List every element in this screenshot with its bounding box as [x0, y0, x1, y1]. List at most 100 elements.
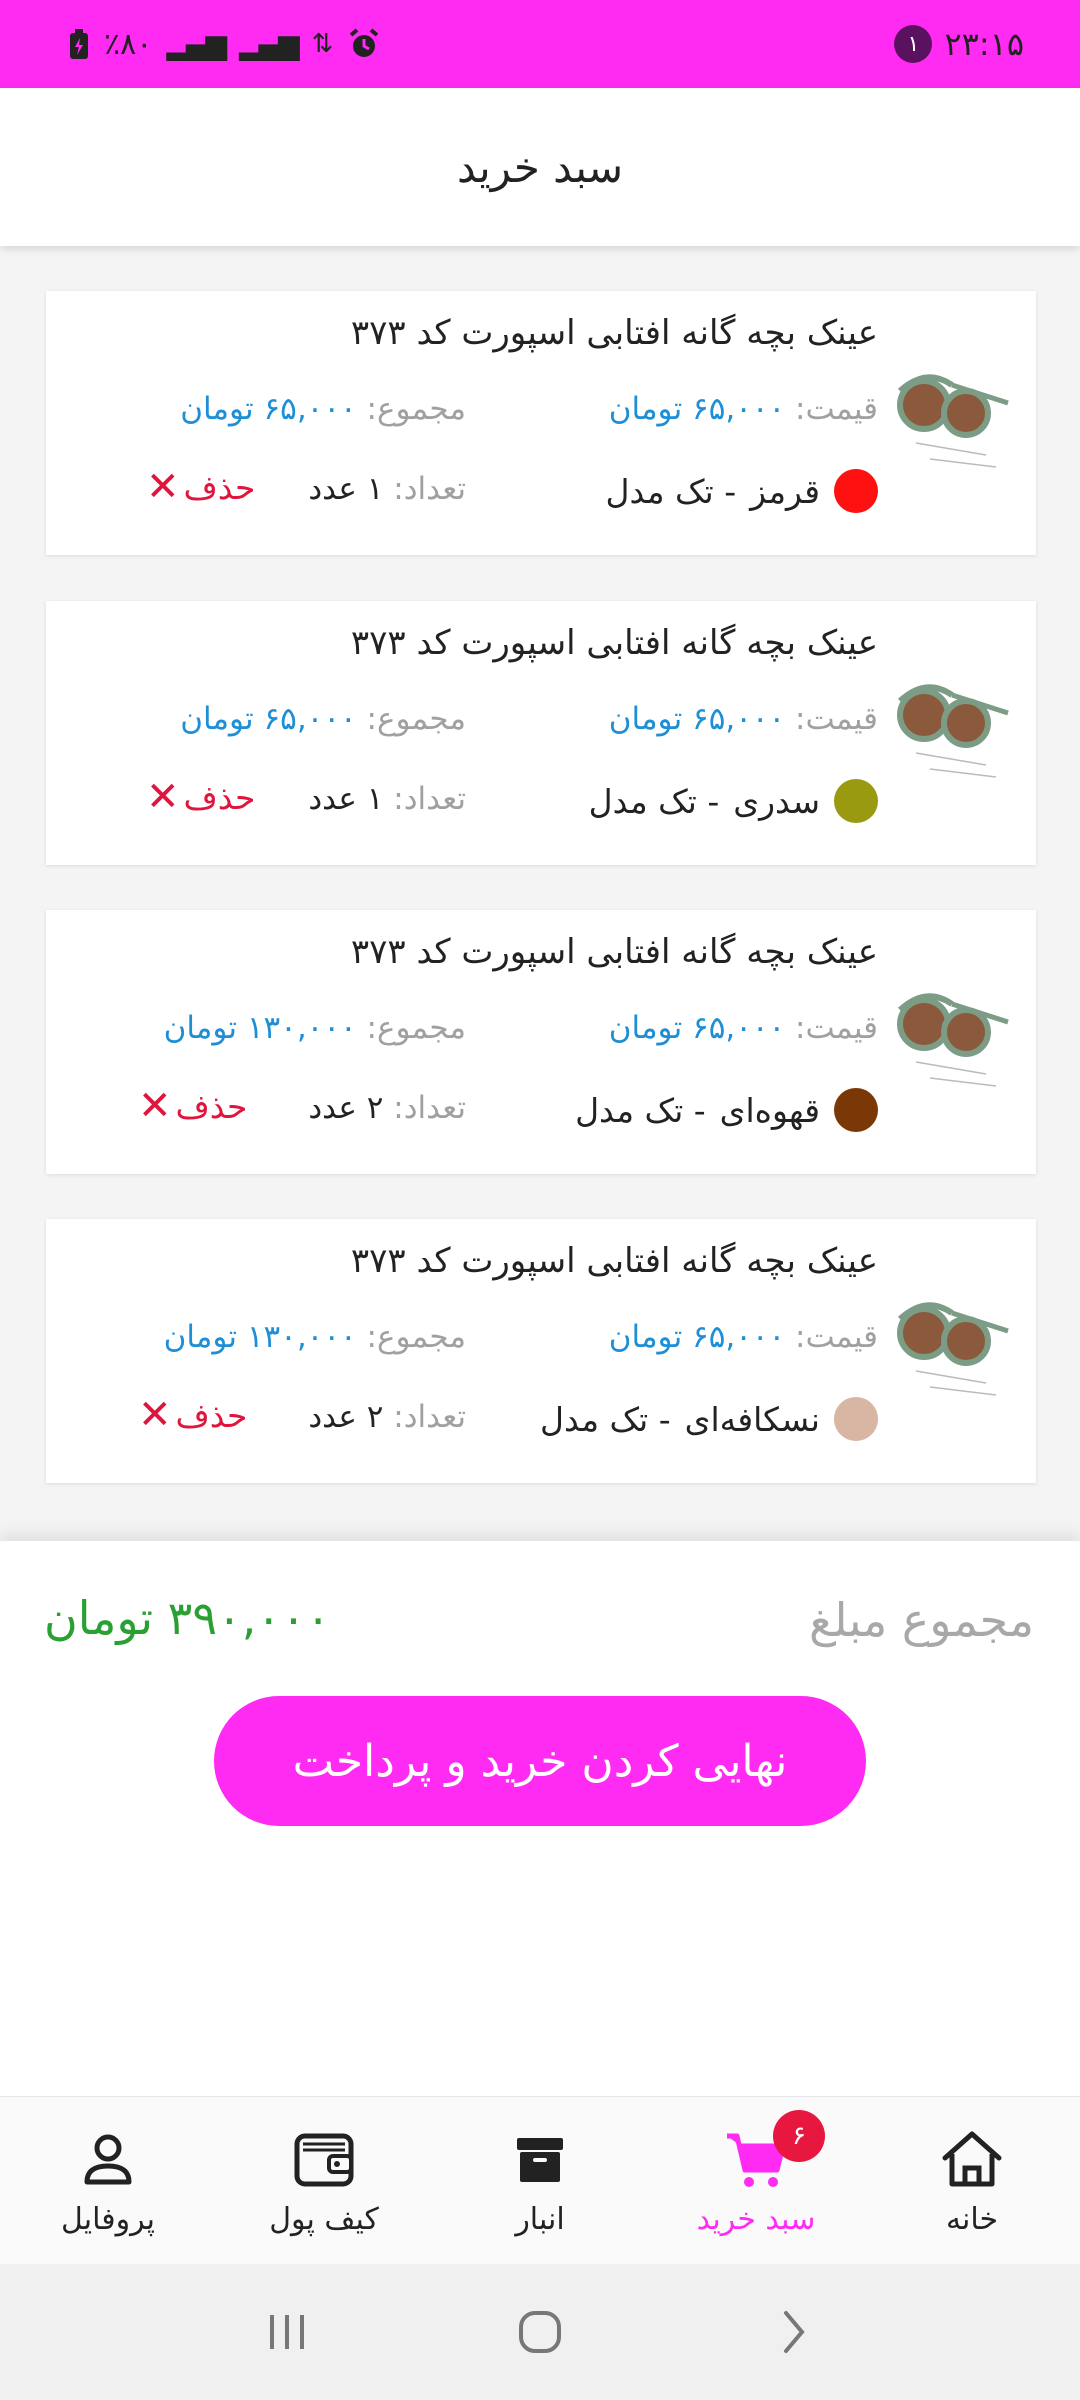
color-name: سدری — [733, 781, 820, 821]
quantity-line: تعداد: ۱ عدد — [308, 781, 466, 817]
home-icon — [942, 2131, 1002, 2187]
home-button[interactable] — [500, 2292, 580, 2372]
close-icon: ✕ — [146, 464, 180, 510]
delete-button[interactable]: حذف ✕ — [146, 467, 255, 507]
color-swatch — [834, 1397, 878, 1441]
price-label: قیمت: — [795, 1319, 878, 1355]
alarm-icon — [350, 28, 379, 57]
sum-label: مجموع: — [366, 391, 467, 427]
price-value: ۶۵,۰۰۰ تومان — [608, 1010, 786, 1046]
product-title: عینک بچه گانه افتابی اسپورت کد ۳۷۳ — [350, 313, 878, 353]
nav-label: کیف پول — [269, 2202, 379, 2237]
model-label: - تک مدل — [605, 471, 737, 511]
status-time: ۲۳:۱۵ — [944, 25, 1024, 63]
data-transfer-icon: ⇅ — [311, 29, 334, 59]
color-swatch — [834, 469, 878, 513]
color-name: قرمز — [750, 471, 820, 511]
color-name: قهوه‌ای — [719, 1090, 820, 1130]
status-icons: ٪۸۰ ▂▄▆ ▂▄▆ ⇅ — [68, 27, 381, 62]
archive-icon — [517, 2138, 563, 2182]
delete-button[interactable]: حذف ✕ — [138, 1086, 247, 1126]
cart-summary: مجموع مبلغ ۳۹۰,۰۰۰ تومان نهایی کردن خرید… — [0, 1541, 1080, 2096]
color-row: قرمز - تک مدل — [606, 469, 878, 513]
status-bar: ٪۸۰ ▂▄▆ ▂▄▆ ⇅ ۱ ۲۳:۱۵ — [0, 0, 1080, 88]
cart-count-badge: ۶ — [773, 2110, 825, 2162]
quantity-line: تعداد: ۲ عدد — [308, 1399, 466, 1435]
product-title: عینک بچه گانه افتابی اسپورت کد ۳۷۳ — [350, 623, 878, 663]
recents-icon — [269, 2315, 304, 2349]
quantity-value: ۲ عدد — [308, 1090, 384, 1126]
delete-label: حذف — [175, 1086, 248, 1126]
nav-item-cart[interactable]: ۶ سبد خرید — [648, 2097, 864, 2264]
sum-label: مجموع: — [366, 1010, 467, 1046]
delete-label: حذف — [183, 467, 256, 507]
battery-percent: ٪۸۰ — [104, 26, 153, 62]
nav-item-home[interactable]: خانه — [864, 2097, 1080, 2264]
color-row: سدری - تک مدل — [589, 779, 878, 823]
summary-total: ۳۹۰,۰۰۰ تومان — [44, 1591, 331, 1645]
delete-button[interactable]: حذف ✕ — [146, 777, 255, 817]
person-icon — [84, 2134, 132, 2185]
cart-item[interactable]: عینک بچه گانه افتابی اسپورت کد ۳۷۳ قیمت:… — [46, 601, 1036, 865]
nav-label: انبار — [515, 2202, 565, 2237]
cart-item[interactable]: عینک بچه گانه افتابی اسپورت کد ۳۷۳ قیمت:… — [46, 910, 1036, 1174]
price-label: قیمت: — [795, 1010, 878, 1046]
sum-line: مجموع: ۱۳۰,۰۰۰ تومان — [164, 1319, 466, 1355]
price-label: قیمت: — [795, 701, 878, 737]
delete-button[interactable]: حذف ✕ — [138, 1395, 247, 1435]
color-row: قهوه‌ای - تک مدل — [575, 1088, 878, 1132]
quantity-label: تعداد: — [393, 1090, 466, 1126]
checkout-button[interactable]: نهایی کردن خرید و پرداخت — [214, 1696, 866, 1826]
sum-value: ۱۳۰,۰۰۰ تومان — [163, 1010, 357, 1046]
price-line: قیمت: ۶۵,۰۰۰ تومان — [609, 701, 878, 737]
nav-item-profile[interactable]: پروفایل — [0, 2097, 216, 2264]
price-value: ۶۵,۰۰۰ تومان — [608, 391, 786, 427]
product-thumbnail — [897, 374, 1009, 468]
cart-item[interactable]: عینک بچه گانه افتابی اسپورت کد ۳۷۳ قیمت:… — [46, 291, 1036, 555]
price-line: قیمت: ۶۵,۰۰۰ تومان — [609, 1319, 878, 1355]
home-circle-icon — [518, 2311, 561, 2353]
sum-line: مجموع: ۶۵,۰۰۰ تومان — [180, 391, 466, 427]
product-thumbnail — [897, 684, 1009, 778]
product-thumbnail — [897, 993, 1009, 1087]
back-button[interactable] — [753, 2292, 833, 2372]
chevron-right-icon — [784, 2311, 805, 2353]
summary-label: مجموع مبلغ — [809, 1593, 1034, 1647]
recents-button[interactable] — [247, 2292, 327, 2372]
bottom-nav: خانه ۶ سبد خرید انبار کیف پول پروفایل — [0, 2096, 1080, 2264]
cart-item[interactable]: عینک بچه گانه افتابی اسپورت کد ۳۷۳ قیمت:… — [46, 1219, 1036, 1483]
sum-label: مجموع: — [366, 701, 467, 737]
quantity-line: تعداد: ۲ عدد — [308, 1090, 466, 1126]
product-title: عینک بچه گانه افتابی اسپورت کد ۳۷۳ — [350, 1241, 878, 1281]
signal-icon-2: ▂▄▆ — [238, 27, 300, 61]
price-value: ۶۵,۰۰۰ تومان — [608, 1319, 786, 1355]
quantity-label: تعداد: — [393, 471, 466, 507]
cart-list[interactable]: عینک بچه گانه افتابی اسپورت کد ۳۷۳ قیمت:… — [0, 246, 1080, 1541]
color-swatch — [834, 779, 878, 823]
model-label: - تک مدل — [540, 1399, 671, 1439]
quantity-value: ۱ عدد — [308, 781, 384, 817]
close-icon: ✕ — [146, 774, 180, 820]
sum-line: مجموع: ۶۵,۰۰۰ تومان — [180, 701, 466, 737]
sum-value: ۱۳۰,۰۰۰ تومان — [163, 1319, 357, 1355]
nav-label: سبد خرید — [696, 2202, 816, 2237]
sum-value: ۶۵,۰۰۰ تومان — [180, 391, 357, 427]
quantity-value: ۱ عدد — [308, 471, 384, 507]
quantity-value: ۲ عدد — [308, 1399, 384, 1435]
nav-item-archive[interactable]: انبار — [432, 2097, 648, 2264]
product-title: عینک بچه گانه افتابی اسپورت کد ۳۷۳ — [350, 932, 878, 972]
nav-label: خانه — [945, 2202, 999, 2237]
price-line: قیمت: ۶۵,۰۰۰ تومان — [609, 1010, 878, 1046]
sum-value: ۶۵,۰۰۰ تومان — [180, 701, 357, 737]
nav-item-wallet[interactable]: کیف پول — [216, 2097, 432, 2264]
price-value: ۶۵,۰۰۰ تومان — [608, 701, 786, 737]
battery-icon — [70, 29, 88, 59]
app-bar: سبد خرید — [0, 88, 1080, 246]
sum-line: مجموع: ۱۳۰,۰۰۰ تومان — [164, 1010, 466, 1046]
model-label: - تک مدل — [575, 1090, 706, 1130]
delete-label: حذف — [183, 777, 256, 817]
model-label: - تک مدل — [588, 781, 720, 821]
notification-badge: ۱ — [894, 25, 933, 63]
color-row: نسکافه‌ای - تک مدل — [540, 1397, 878, 1441]
price-line: قیمت: ۶۵,۰۰۰ تومان — [609, 391, 878, 427]
